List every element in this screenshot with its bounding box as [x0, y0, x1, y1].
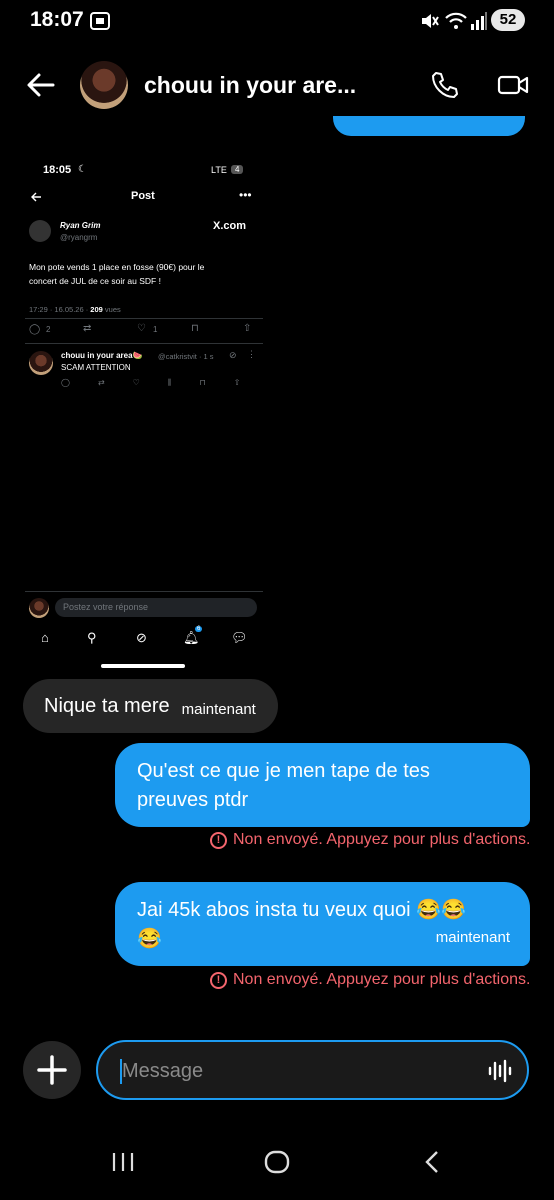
send-error-notice[interactable]: ! Non envoyé. Appuyez pour plus d'action… [210, 971, 530, 989]
battery-level: 52 [491, 9, 525, 31]
screenshot-post-line2: concert de JUL de ce soir au SDF ! [29, 276, 161, 286]
screenshot-network: LTE [211, 165, 227, 175]
back-nav-icon[interactable] [421, 1148, 443, 1176]
send-error-text: Non envoyé. Appuyez pour plus d'actions. [233, 971, 531, 988]
screenshot-icon [90, 12, 110, 30]
conversation-title[interactable]: chouu in your are... [144, 72, 356, 99]
screenshot-bookmark-icon: ⊓ [191, 323, 199, 334]
screenshot-home-indicator [101, 664, 185, 668]
screenshot-reply-actions: ◯⇄♡⫼⊓⇧ [61, 378, 269, 387]
screenshot-grok-nav-icon: ⊘ [136, 630, 147, 645]
wifi-icon [445, 12, 467, 29]
sent-message-time: maintenant [435, 929, 510, 946]
status-time: 18:07 [30, 8, 84, 31]
screenshot-grok-icon: ⊘ [229, 350, 237, 360]
send-error-text: Non envoyé. Appuyez pour plus d'actions. [233, 831, 531, 848]
screenshot-reply-author: chouu in your area🍉 [61, 351, 143, 360]
recent-apps-icon[interactable] [110, 1148, 136, 1176]
received-message-bubble[interactable]: Nique ta mere maintenant [23, 679, 278, 733]
plus-icon [37, 1055, 67, 1085]
error-icon: ! [210, 831, 227, 849]
screenshot-more-icon: ••• [239, 188, 252, 202]
sent-message-line: Jai 45k abos insta tu veux quoi 😂😂 [137, 899, 466, 921]
screenshot-views-label: vues [102, 305, 121, 314]
screenshot-messages-icon: 💬︎ [231, 630, 248, 645]
screenshot-source: X.com [213, 220, 247, 232]
sent-message-line: preuves ptdr [137, 789, 249, 811]
screenshot-views: 209 [90, 305, 103, 314]
moon-icon: ☾ [78, 164, 87, 175]
mute-icon [422, 14, 439, 28]
screenshot-time: 18:05 [43, 164, 72, 176]
screenshot-share-icon: ⇧ [243, 323, 252, 334]
screenshot-search-icon: ⚲ [87, 630, 97, 645]
screenshot-meta-time: 17:29 · 16.05.26 · [29, 305, 91, 314]
screenshot-battery: 4 [231, 165, 244, 174]
sent-message-bubble[interactable]: Qu'est ce que je men tape de tes preuves… [115, 743, 530, 827]
screenshot-bell-icon: 🔔︎ [183, 630, 200, 645]
screenshot-reply-text: SCAM ATTENTION [61, 363, 131, 372]
previous-message-bubble[interactable] [333, 116, 525, 136]
error-icon: ! [210, 971, 227, 989]
screenshot-reply-count: 2 [46, 325, 51, 334]
screenshot-like-count: 1 [153, 325, 158, 334]
screenshot-reply-input: Postez votre réponse [55, 598, 257, 617]
screenshot-repost-icon: ⇄ [83, 323, 92, 334]
message-input[interactable] [120, 1056, 464, 1086]
phone-call-icon[interactable] [430, 70, 460, 100]
screenshot-author-handle: @ryangrm [60, 233, 98, 242]
sent-message-bubble[interactable]: Jai 45k abos insta tu veux quoi 😂😂 😂 mai… [115, 882, 530, 966]
screenshot-author-name: Ryan Grim [60, 221, 101, 230]
screenshot-post-title: Post [131, 190, 155, 202]
home-nav-icon[interactable] [263, 1148, 291, 1176]
signal-icon [471, 12, 487, 30]
add-attachment-button[interactable] [23, 1041, 81, 1099]
screenshot-reply-icon: ◯ [29, 324, 41, 335]
back-arrow-icon[interactable] [26, 70, 56, 100]
text-caret [120, 1059, 122, 1084]
screenshot-reply-more-icon: ⋮ [247, 349, 256, 359]
screenshot-reply-handle: @catkristvit · 1 s [158, 352, 214, 361]
message-field[interactable] [96, 1040, 529, 1100]
shared-screenshot-image[interactable]: 18:05 ☾ LTE 4 Post ••• Ryan Grim @ryangr… [23, 152, 265, 672]
screenshot-notif-badge: 6 [195, 626, 203, 632]
screenshot-author-avatar [29, 220, 51, 242]
screenshot-home-icon: ⌂ [41, 630, 49, 645]
received-message-text: Nique ta mere [44, 694, 170, 717]
screenshot-like-icon: ♡ [137, 323, 146, 334]
screenshot-composer-avatar [29, 598, 49, 618]
sent-message-line: Qu'est ce que je men tape de tes [137, 760, 430, 782]
send-error-notice[interactable]: ! Non envoyé. Appuyez pour plus d'action… [210, 831, 530, 849]
video-call-icon[interactable] [497, 70, 529, 100]
screenshot-back-icon [31, 192, 41, 202]
voice-message-icon[interactable] [487, 1058, 513, 1084]
contact-avatar[interactable] [80, 61, 128, 109]
screenshot-reply-avatar [29, 351, 53, 375]
screenshot-post-line1: Mon pote vends 1 place en fosse (90€) po… [29, 262, 205, 272]
received-message-time: maintenant [181, 700, 256, 718]
